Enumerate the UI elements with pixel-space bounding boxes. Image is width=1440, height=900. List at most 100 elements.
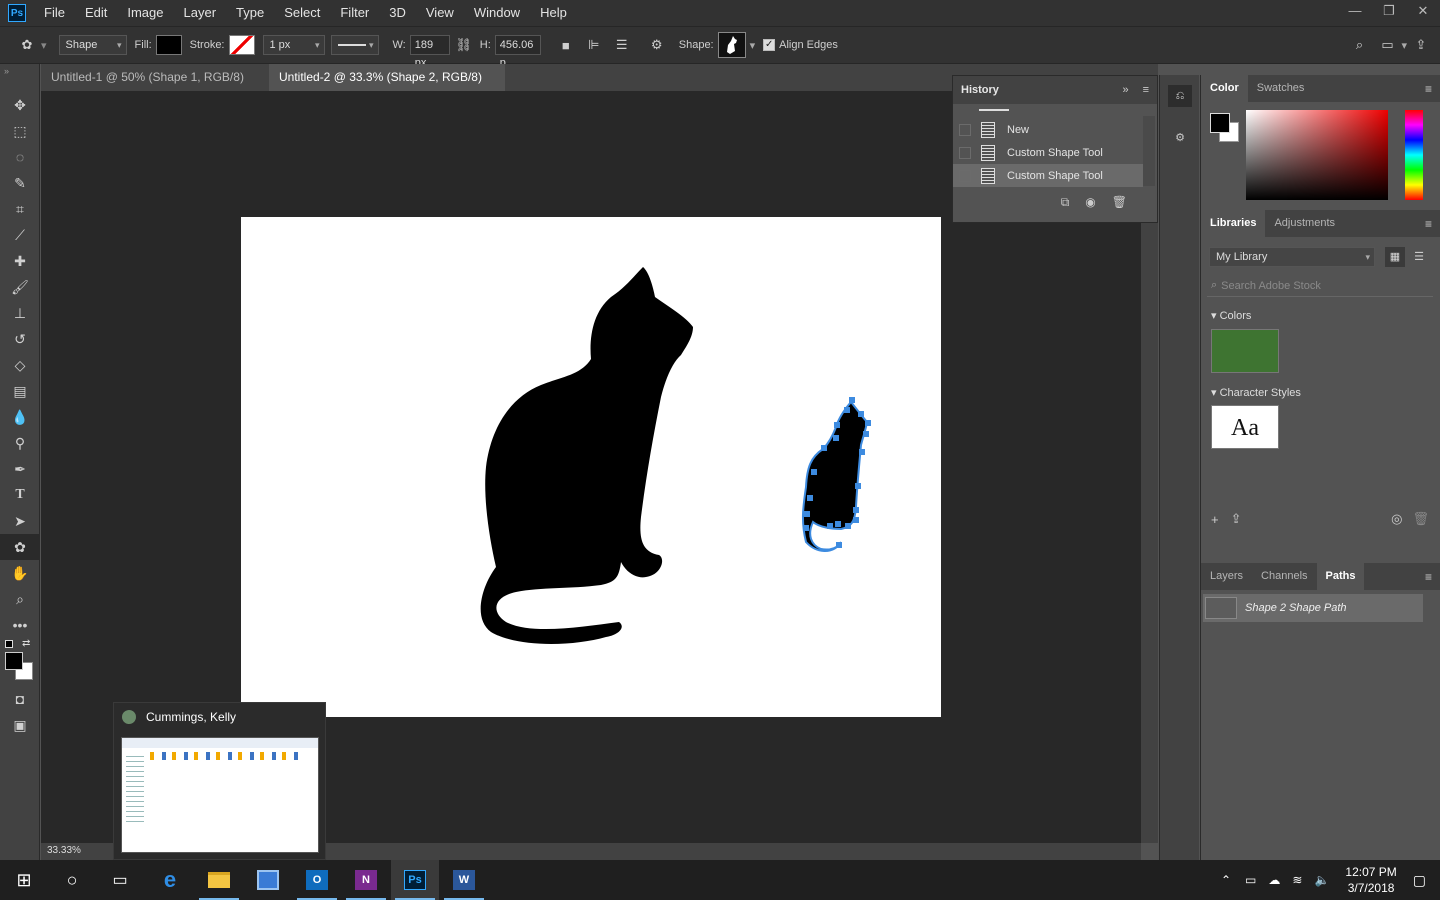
foreground-color-chip[interactable] — [1210, 113, 1230, 133]
menu-edit[interactable]: Edit — [75, 0, 117, 26]
onenote-icon[interactable]: N — [342, 860, 390, 900]
quick-mask-icon[interactable]: ◘ — [0, 686, 40, 712]
blur-tool-icon[interactable]: 💧 — [0, 404, 40, 430]
trash-icon[interactable]: 🗑 — [1412, 511, 1429, 527]
workspace-icon[interactable]: ▭ — [1376, 34, 1398, 56]
link-icon[interactable]: ⛓ — [453, 34, 475, 56]
tab-swatches[interactable]: Swatches — [1248, 75, 1314, 102]
library-select[interactable]: My Library — [1209, 247, 1375, 267]
history-panel-icon[interactable]: ⎌ — [1168, 85, 1192, 107]
history-item[interactable]: New — [953, 118, 1143, 141]
menu-view[interactable]: View — [416, 0, 464, 26]
volume-icon[interactable]: 🔈 — [1314, 873, 1329, 887]
search-icon[interactable]: ⌕ — [1348, 34, 1370, 56]
hand-tool-icon[interactable]: ✋ — [0, 560, 40, 586]
list-view-icon[interactable]: ☰ — [1409, 247, 1429, 267]
menu-layer[interactable]: Layer — [174, 0, 227, 26]
panel-menu-icon[interactable]: ≡ — [1425, 217, 1432, 231]
character-styles-header[interactable]: ▾ Character Styles — [1211, 386, 1301, 399]
clone-stamp-tool-icon[interactable]: ⊥ — [0, 300, 40, 326]
history-checkbox[interactable] — [959, 146, 971, 159]
crop-tool-icon[interactable]: ⌗ — [0, 196, 40, 222]
path-operations-icon[interactable]: ■ — [555, 34, 577, 56]
stroke-type-select[interactable] — [330, 35, 379, 55]
document-canvas[interactable] — [241, 217, 941, 717]
path-arrangement-icon[interactable]: ☰ — [611, 34, 633, 56]
history-item[interactable]: Custom Shape Tool — [953, 164, 1143, 187]
path-row[interactable]: Shape 2 Shape Path — [1203, 594, 1423, 622]
fill-swatch[interactable] — [155, 35, 182, 55]
stroke-swatch[interactable] — [228, 35, 255, 55]
battery-icon[interactable]: ▭ — [1245, 873, 1256, 887]
tab-color[interactable]: Color — [1201, 75, 1248, 102]
custom-shape-tool-icon[interactable]: ✿ — [16, 34, 38, 56]
properties-panel-icon[interactable]: ⚙ — [1168, 127, 1192, 149]
restore-icon[interactable]: ❐ — [1372, 0, 1406, 26]
tab-untitled-1[interactable]: Untitled-1 @ 50% (Shape 1, RGB/8) *× — [41, 64, 269, 111]
character-style-preview[interactable]: Aa — [1211, 405, 1279, 449]
shape-picker[interactable] — [717, 32, 746, 58]
dodge-tool-icon[interactable]: ⚲ — [0, 430, 40, 456]
hue-slider[interactable] — [1405, 110, 1423, 200]
tab-adjustments[interactable]: Adjustments — [1265, 210, 1344, 237]
menu-3d[interactable]: 3D — [379, 0, 416, 26]
type-tool-icon[interactable]: T — [0, 482, 40, 508]
task-view-icon[interactable]: ▭ — [96, 860, 144, 900]
gradient-tool-icon[interactable]: ▤ — [0, 378, 40, 404]
history-checkbox[interactable] — [959, 169, 971, 182]
control-panel-icon[interactable] — [244, 860, 292, 900]
menu-filter[interactable]: Filter — [330, 0, 379, 26]
word-icon[interactable]: W — [440, 860, 488, 900]
align-edges-checkbox[interactable]: ✓ — [763, 39, 776, 51]
search-input[interactable]: Search Adobe Stock — [1221, 280, 1321, 292]
gear-icon[interactable]: ⚙ — [646, 34, 668, 56]
menu-type[interactable]: Type — [226, 0, 274, 26]
more-tools-icon[interactable]: ••• — [0, 612, 40, 638]
menu-file[interactable]: File — [34, 0, 75, 26]
healing-brush-tool-icon[interactable]: ✚ — [0, 248, 40, 274]
onedrive-icon[interactable]: ☁ — [1268, 873, 1280, 887]
tool-mode-select[interactable]: Shape — [58, 35, 127, 55]
history-item[interactable]: Custom Shape Tool — [953, 141, 1143, 164]
tab-channels[interactable]: Channels — [1252, 563, 1316, 590]
tab-libraries[interactable]: Libraries — [1201, 210, 1266, 237]
tab-untitled-2[interactable]: Untitled-2 @ 33.3% (Shape 2, RGB/8) *× — [269, 64, 505, 111]
tab-layers[interactable]: Layers — [1201, 563, 1252, 590]
screen-mode-icon[interactable]: ▣ — [0, 712, 40, 738]
tab-paths[interactable]: Paths — [1316, 563, 1365, 590]
default-colors-icon[interactable] — [5, 640, 13, 648]
menu-select[interactable]: Select — [274, 0, 330, 26]
color-field[interactable] — [1246, 110, 1388, 200]
thumbnail-preview[interactable] — [121, 737, 319, 853]
trash-icon[interactable]: 🗑 — [1112, 195, 1127, 209]
collapse-tools-icon[interactable]: » — [0, 64, 39, 92]
colors-section-header[interactable]: ▾ Colors — [1211, 309, 1251, 322]
eyedropper-tool-icon[interactable]: ⟋ — [0, 222, 40, 248]
history-brush-tool-icon[interactable]: ↺ — [0, 326, 40, 352]
camera-icon[interactable]: ◉ — [1085, 195, 1095, 209]
menu-help[interactable]: Help — [530, 0, 577, 26]
collapse-panel-icon[interactable]: » — [1122, 84, 1128, 96]
action-center-icon[interactable]: ▢ — [1413, 872, 1426, 889]
panel-menu-icon[interactable]: ≡ — [1425, 82, 1432, 96]
marquee-tool-icon[interactable]: ⬚ — [0, 118, 40, 144]
file-explorer-icon[interactable] — [195, 860, 243, 900]
path-selection-tool-icon[interactable]: ➤ — [0, 508, 40, 534]
windows-start-icon[interactable]: ⊞ — [0, 860, 48, 900]
eraser-tool-icon[interactable]: ◇ — [0, 352, 40, 378]
brush-tool-icon[interactable]: 🖌 — [0, 274, 40, 300]
photoshop-taskbar-icon[interactable]: Ps — [391, 860, 439, 900]
custom-shape-tool-icon[interactable]: ✿ — [0, 534, 40, 560]
zoom-tool-icon[interactable]: ⌕ — [0, 586, 40, 612]
history-checkbox[interactable] — [959, 123, 971, 136]
grid-view-icon[interactable]: ▦ — [1385, 247, 1405, 267]
cortana-icon[interactable]: ○ — [48, 860, 96, 900]
show-hidden-icons-icon[interactable]: ⌃ — [1221, 873, 1231, 887]
width-field[interactable]: 189 px — [409, 35, 450, 69]
panel-menu-icon[interactable]: ≡ — [1143, 84, 1149, 96]
add-icon[interactable]: + — [1211, 512, 1219, 527]
share-icon[interactable]: ⇪ — [1410, 34, 1432, 56]
foreground-color-swatch[interactable] — [5, 652, 23, 670]
edge-browser-icon[interactable]: e — [146, 860, 194, 900]
panel-menu-icon[interactable]: ≡ — [1425, 570, 1432, 584]
